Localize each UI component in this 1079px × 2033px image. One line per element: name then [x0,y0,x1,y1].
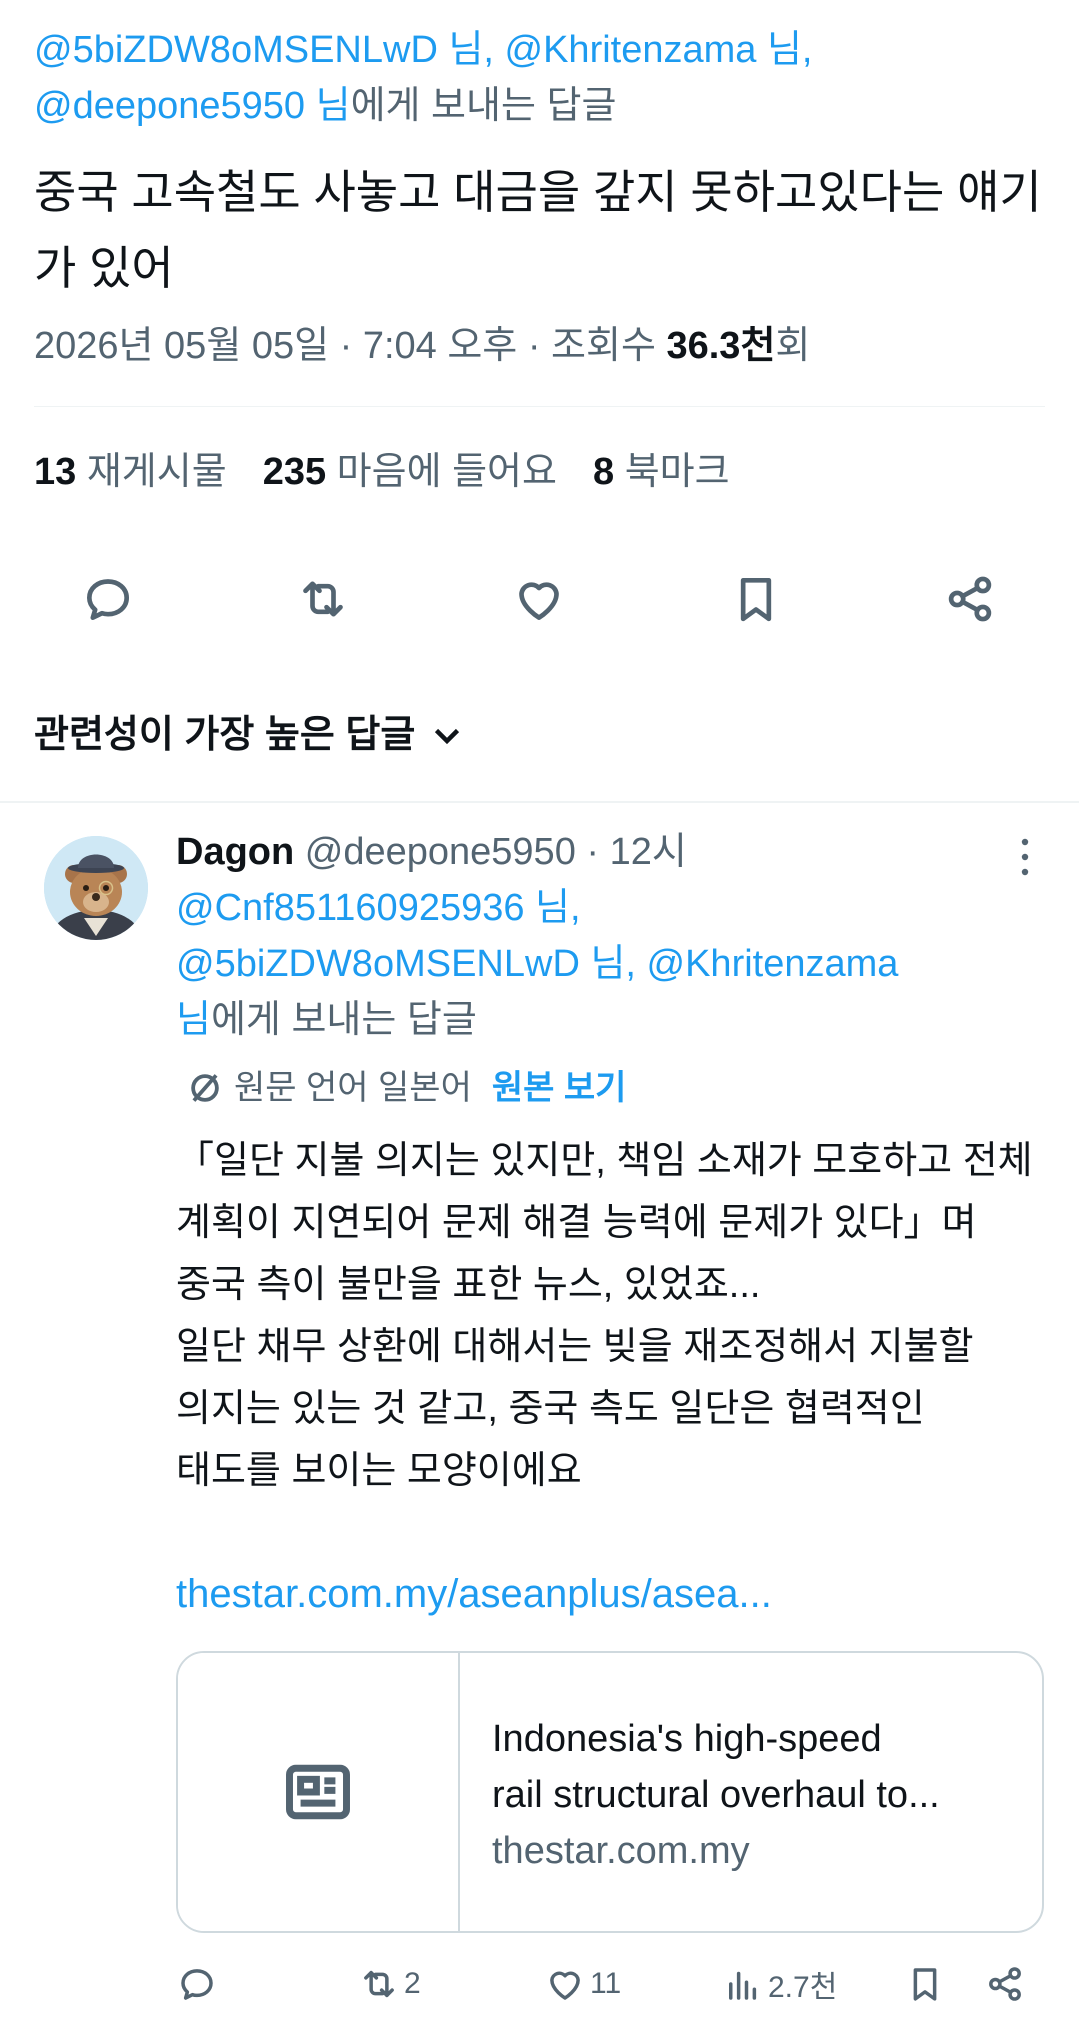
mention-link[interactable]: @5biZDW8oMSENLwD 님, @Khritenzama 님, [34,29,813,71]
share-button[interactable] [984,1960,1026,2008]
reply-button[interactable] [176,1960,218,2008]
tweet-meta: 2026년 05월 05일 · 7:04 오후 · 조회수 36.3천회 [34,318,810,374]
like-count: 11 [590,1967,622,2000]
repost-button[interactable]: 2 [358,1960,421,2008]
translation-bar: 원문 언어 일본어 원본 보기 [186,1060,626,1116]
view-count: 2.7천 [768,1971,838,2004]
show-original-link[interactable]: 원본 보기 [492,1069,627,1107]
chevron-down-icon [435,728,460,745]
reply-button[interactable] [72,563,144,635]
divider [34,406,1045,407]
like-button[interactable] [503,563,575,635]
likes-stat[interactable]: 235 마음에 들어요 [263,451,557,493]
share-button[interactable] [934,563,1006,635]
heart-icon [550,1971,580,2000]
bookmark-icon [913,1968,937,2001]
share-icon [948,576,992,622]
reply-to-line: @5biZDW8oMSENLwD 님, @Khritenzama 님, @dee… [34,22,1044,134]
repost-count: 2 [404,1967,421,2000]
avatar[interactable] [44,836,148,940]
like-button[interactable]: 11 [544,1960,621,2008]
sort-label: 관련성이 가장 높은 답글 [34,714,416,756]
views-icon [729,1971,757,2000]
translate-icon [191,1074,219,1102]
user-handle[interactable]: @deepone5950 [305,831,576,873]
bookmark-button[interactable] [720,563,792,635]
reply-to-suffix: 에게 보내는 답글 [350,85,617,127]
link-preview-card[interactable]: Indonesia's high-speed rail structural o… [176,1651,1044,1933]
card-title: Indonesia's high-speed rail structural o… [492,1718,940,1816]
translate-label: 원문 언어 일본어 [234,1069,472,1107]
bookmark-icon [740,578,772,622]
mention-link[interactable]: 님 [176,999,211,1041]
reply-url-link[interactable]: thestar.com.my/aseanplus/asea... [176,1564,772,1624]
display-name[interactable]: Dagon [176,831,294,873]
view-suffix: 회 [775,325,811,367]
bookmark-button[interactable] [904,1960,946,2008]
repost-icon [364,1970,394,1998]
more-button[interactable] [1005,832,1045,882]
tweet-text: 중국 고속철도 사놓고 대금을 갚지 못하고있다는 얘기가 있어 [34,166,1042,294]
heart-icon [519,582,559,620]
reposts-stat[interactable]: 13 재게시물 [34,451,227,493]
article-icon [286,1764,350,1820]
reply-to-line: @Cnf851160925936 님, @5biZDW8oMSENLwD 님, … [176,880,1006,1048]
more-vertical-icon [1021,838,1029,876]
mention-link[interactable]: @5biZDW8oMSENLwD 님, @Khritenzama [176,943,898,985]
bookmarks-stat[interactable]: 8 북마크 [593,451,730,493]
tweet-timestamp: 2026년 05월 05일 · 7:04 오후 · 조회수 [34,325,667,367]
repost-button[interactable] [287,563,359,635]
views-button[interactable]: 2.7천 [722,1960,837,2008]
mention-link[interactable]: @deepone5950 님 [34,85,351,127]
reply-text: 「일단 지불 의지는 있지만, 책임 소재가 모호하고 전체 계획이 지연되어 … [176,1140,1033,1492]
view-count: 36.3천 [666,325,776,367]
reply-time: · 12시 [575,831,687,873]
reply-icon [87,579,129,620]
mention-link[interactable]: @Cnf851160925936 님, [176,887,581,929]
reply-header: Dagon @deepone5950 · 12시 [176,824,687,880]
reply-to-suffix: 에게 보내는 답글 [210,999,477,1041]
card-domain: thestar.com.my [492,1830,750,1872]
card-thumbnail [178,1653,460,1931]
share-icon [989,1967,1021,2001]
section-divider [0,801,1079,803]
reply-icon [181,1969,213,2000]
tweet-stats: 13 재게시물 235 마음에 들어요 8 북마크 [34,444,730,500]
reply-sort-dropdown[interactable]: 관련성이 가장 높은 답글 [34,707,465,763]
repost-icon [303,581,343,617]
